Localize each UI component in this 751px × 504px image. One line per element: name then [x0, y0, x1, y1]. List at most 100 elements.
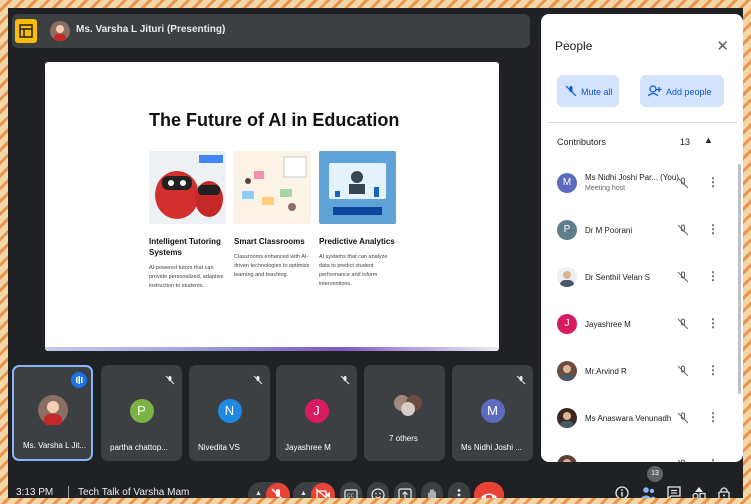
avatar	[557, 455, 577, 462]
mic-off-icon	[340, 372, 350, 390]
mic-off-icon[interactable]	[677, 411, 689, 429]
chevron-up-icon[interactable]: ▲	[704, 135, 713, 145]
captions-icon: CC	[344, 489, 358, 499]
more-vert-icon[interactable]: ⋮	[707, 316, 719, 330]
emoji-icon	[371, 488, 385, 498]
participant-row[interactable]: Dr Senthil Velan S ⋮	[541, 257, 736, 303]
avatar	[37, 395, 68, 426]
hand-icon	[428, 489, 436, 498]
host-controls-icon[interactable]	[717, 486, 731, 498]
people-icon[interactable]	[640, 486, 656, 498]
more-vert-icon[interactable]: ⋮	[707, 222, 719, 236]
participant-tile[interactable]: P partha chattop...	[101, 365, 182, 461]
participant-tile-others[interactable]: 7 others	[364, 365, 445, 461]
raise-hand-button[interactable]	[421, 482, 443, 498]
mic-control[interactable]: ▲	[248, 482, 290, 498]
participant-role: Meeting host	[585, 185, 626, 192]
participant-tile[interactable]: N Nivedita VS	[189, 365, 270, 461]
add-people-button[interactable]: Add people	[640, 75, 724, 107]
classroom-image	[234, 151, 311, 224]
section-title[interactable]: Contributors	[557, 137, 606, 147]
slide-card-classrooms: Smart Classrooms Classrooms enhanced wit…	[234, 151, 311, 280]
mic-off-icon[interactable]	[677, 364, 689, 382]
add-person-icon	[647, 85, 662, 99]
more-vert-icon[interactable]: ⋮	[707, 269, 719, 283]
avatar: M	[557, 173, 577, 193]
tile-name: partha chattop...	[110, 443, 168, 452]
participant-row[interactable]: J Jayashree M ⋮	[541, 304, 736, 350]
tile-name: 7 others	[389, 434, 418, 443]
chevron-up-icon[interactable]: ▲	[300, 490, 307, 497]
participant-tile[interactable]: J Jayashree M	[276, 365, 357, 461]
more-vert-icon	[457, 489, 461, 497]
present-button[interactable]	[394, 482, 416, 498]
card-title: Smart Classrooms	[234, 237, 305, 246]
meeting-title: Tech Talk of Varsha Mam	[78, 487, 190, 498]
info-icon[interactable]	[615, 486, 629, 498]
speaking-indicator-icon	[71, 372, 87, 388]
tile-name: Jayashree M	[285, 443, 331, 452]
more-vert-icon[interactable]: ⋮	[707, 457, 719, 462]
card-body: AI-powered tutors that can provide perso…	[149, 265, 224, 289]
avatar: J	[557, 314, 577, 334]
participant-row[interactable]: Ms Vibhuti Bh... ⋮	[541, 445, 736, 462]
camera-control[interactable]: ▲	[293, 482, 335, 498]
avatar: J	[304, 399, 329, 423]
people-panel: People ✕ Mute all Add people Contributor…	[541, 14, 743, 462]
more-options-button[interactable]	[448, 482, 470, 498]
participant-tile-presenter[interactable]: Ms. Varsha L Jit...	[12, 365, 93, 461]
add-people-label: Add people	[666, 87, 712, 97]
tile-name: Ms Nidhi Joshi ...	[461, 443, 522, 452]
presentation-icon[interactable]	[15, 19, 37, 43]
participant-row[interactable]: M Ms Nidhi Joshi Par... (You) Meeting host…	[541, 163, 736, 209]
avatar: M	[480, 399, 505, 423]
more-vert-icon[interactable]: ⋮	[707, 410, 719, 424]
mute-all-label: Mute all	[581, 87, 613, 97]
avatar	[557, 267, 577, 287]
participant-name: Ms Vibhuti Bh...	[585, 461, 641, 462]
card-title: Predictive Analytics	[319, 237, 395, 246]
slide-footer-strip	[45, 347, 499, 351]
camera-off-button[interactable]	[311, 483, 335, 498]
mic-off-icon	[565, 85, 577, 99]
mute-all-button[interactable]: Mute all	[557, 75, 619, 107]
analytics-image	[319, 151, 396, 224]
divider	[547, 122, 737, 123]
presenter-name: Ms. Varsha L Jituri (Presenting)	[76, 24, 226, 35]
more-vert-icon[interactable]: ⋮	[707, 363, 719, 377]
chevron-up-icon[interactable]: ▲	[255, 490, 262, 497]
mic-off-icon[interactable]	[677, 458, 689, 462]
captions-button[interactable]: CC	[340, 482, 362, 498]
avatar: N	[217, 399, 242, 423]
section-count: 13	[680, 137, 691, 147]
leave-call-button[interactable]	[474, 482, 504, 498]
more-vert-icon[interactable]: ⋮	[707, 175, 719, 189]
tile-name: Ms. Varsha L Jit...	[23, 441, 87, 450]
participant-row[interactable]: Ms Anaswara Venunadh ⋮	[541, 398, 736, 444]
robot-image	[149, 151, 226, 224]
slide-card-tutoring: Intelligent Tutoring Systems AI-powered …	[149, 151, 226, 291]
mic-off-icon[interactable]	[677, 223, 689, 241]
avatar	[557, 408, 577, 428]
chat-icon[interactable]	[667, 486, 681, 498]
emoji-button[interactable]	[367, 482, 389, 498]
avatar: P	[129, 399, 154, 423]
people-count-badge: 13	[647, 466, 663, 482]
participant-tile[interactable]: M Ms Nidhi Joshi ...	[452, 365, 533, 461]
tile-name: Nivedita VS	[198, 443, 240, 452]
avatar: P	[557, 220, 577, 240]
activities-icon[interactable]	[692, 486, 706, 498]
mic-off-icon[interactable]	[677, 317, 689, 335]
mic-off-icon	[165, 372, 175, 390]
participant-row[interactable]: P Dr M Poorani ⋮	[541, 210, 736, 256]
presenter-avatar	[50, 21, 70, 41]
mic-off-icon[interactable]	[677, 176, 689, 194]
close-icon[interactable]: ✕	[716, 37, 729, 55]
card-title: Intelligent Tutoring Systems	[149, 237, 221, 257]
mic-off-button[interactable]	[266, 483, 290, 498]
mic-off-icon[interactable]	[677, 270, 689, 288]
participant-row[interactable]: Mr.Arvind R ⋮	[541, 351, 736, 397]
svg-text:CC: CC	[347, 494, 355, 499]
scrollbar[interactable]	[738, 164, 741, 394]
participant-name: Ms Anaswara Venunadh	[585, 414, 672, 423]
